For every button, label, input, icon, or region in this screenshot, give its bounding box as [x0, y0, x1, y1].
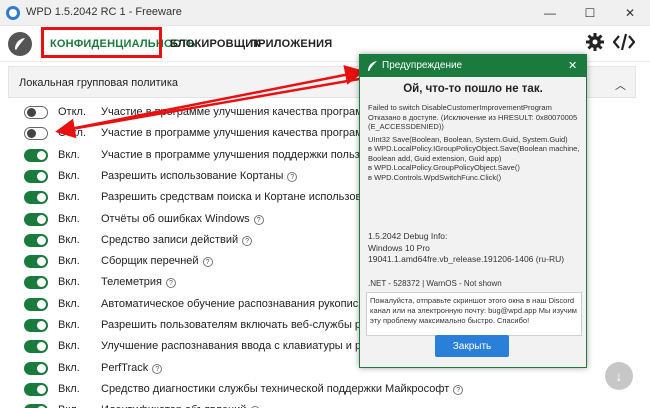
dialog-title-bar: Предупреждение ✕	[360, 55, 586, 77]
error-line: в WPD.LocalPolicy.IGroupPolicyObject.Sav…	[368, 144, 580, 153]
error-line: в WPD.Controls.WpdSwitchFunc.Click()	[368, 172, 502, 182]
error-line: в WPD.LocalPolicy.GroupPolicyObject.Save…	[368, 163, 520, 172]
debug-line: 19041.1.amd64fre.vb_release.191206-1406 …	[368, 254, 565, 264]
arrow-to-dialog	[59, 65, 365, 133]
report-note: Пожалуйста, отправьте скриншот этого окн…	[366, 292, 582, 336]
debug-line: 1.5.2042 Debug Info:	[368, 231, 448, 241]
net-info: .NET - 528372 | WarnOS - Not shown	[368, 279, 502, 288]
dialog-title: Предупреждение	[382, 60, 463, 71]
warning-dialog: Предупреждение ✕ Ой, что-то пошло не так…	[359, 54, 587, 368]
feather-small-icon	[368, 61, 377, 71]
error-details: Failed to switch DisableCustomerImprovem…	[368, 103, 580, 182]
error-line: Failed to switch DisableCustomerImprovem…	[368, 103, 552, 112]
debug-info: 1.5.2042 Debug Info: Windows 10 Pro 19041.…	[368, 231, 580, 266]
dialog-close-icon[interactable]: ✕	[568, 59, 577, 72]
debug-line: Windows 10 Pro	[368, 242, 430, 253]
error-line: Отказано в доступе. (Исключение из HRESU…	[368, 112, 578, 122]
error-line: (E_ACCESSDENIED))	[368, 122, 444, 131]
dialog-close-button[interactable]: Закрыть	[435, 335, 509, 357]
error-line: Boolean add, Guid extension, Guid app)	[368, 153, 502, 163]
error-line: UInt32 Save(Boolean, Boolean, System.Gui…	[368, 134, 568, 144]
dialog-heading: Ой, что-то пошло не так.	[403, 83, 543, 95]
